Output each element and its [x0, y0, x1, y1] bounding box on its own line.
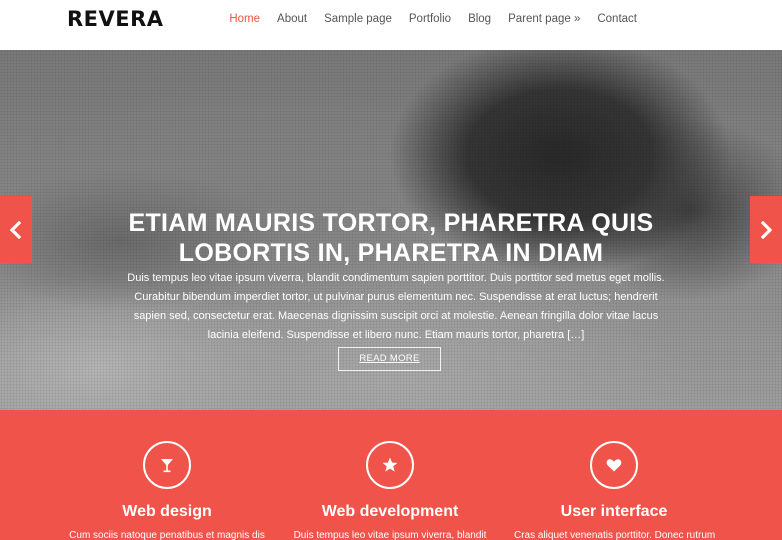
slider-next-button[interactable] [750, 196, 782, 263]
main-nav: Home About Sample page Portfolio Blog Pa… [212, 13, 637, 25]
star-icon [382, 457, 398, 472]
feature-title: Web development [321, 503, 459, 520]
chevron-right-icon [760, 220, 773, 239]
feature-text: Cum sociis natoque penatibus et magnis d… [69, 530, 265, 540]
hero-slider: ETIAM MAURIS TORTOR, PHARETRA QUIS LOBOR… [0, 50, 782, 410]
site-logo[interactable]: REVERA [67, 7, 164, 31]
nav-item-contact[interactable]: Contact [597, 13, 637, 25]
site-header: REVERA Home About Sample page Portfolio … [0, 0, 782, 50]
nav-item-home[interactable]: Home [229, 13, 260, 25]
nav-item-blog[interactable]: Blog [468, 13, 491, 25]
nav-item-about[interactable]: About [277, 13, 307, 25]
feature-icon-circle [590, 441, 638, 489]
feature-title: User interface [560, 503, 668, 520]
heart-icon [606, 459, 622, 472]
feature-icon-circle [366, 441, 414, 489]
slide-title-line-2: LOBORTIS IN, PHARETRA IN DIAM [178, 239, 604, 267]
features-section: Web design Cum sociis natoque penatibus … [0, 410, 782, 540]
slide-title[interactable]: ETIAM MAURIS TORTOR, PHARETRA QUIS LOBOR… [0, 208, 782, 268]
feature-text: Duis tempus leo vitae ipsum viverra, bla… [293, 530, 487, 540]
slide-title-line-1: ETIAM MAURIS TORTOR, PHARETRA QUIS [128, 209, 654, 237]
feature-title: Web design [122, 503, 212, 520]
nav-item-sample-page[interactable]: Sample page [324, 13, 392, 25]
chevron-left-icon [9, 220, 22, 239]
feature-icon-circle [143, 441, 191, 489]
nav-item-portfolio[interactable]: Portfolio [409, 13, 451, 25]
slider-prev-button[interactable] [0, 196, 32, 263]
nav-item-parent-page[interactable]: Parent page » [508, 13, 580, 25]
slide-excerpt: Duis tempus leo vitae ipsum viverra, bla… [127, 272, 665, 341]
feature-text: Cras aliquet venenatis porttitor. Donec … [514, 530, 716, 540]
cocktail-glass-icon [161, 459, 173, 473]
read-more-button[interactable]: READ MORE [338, 347, 441, 371]
